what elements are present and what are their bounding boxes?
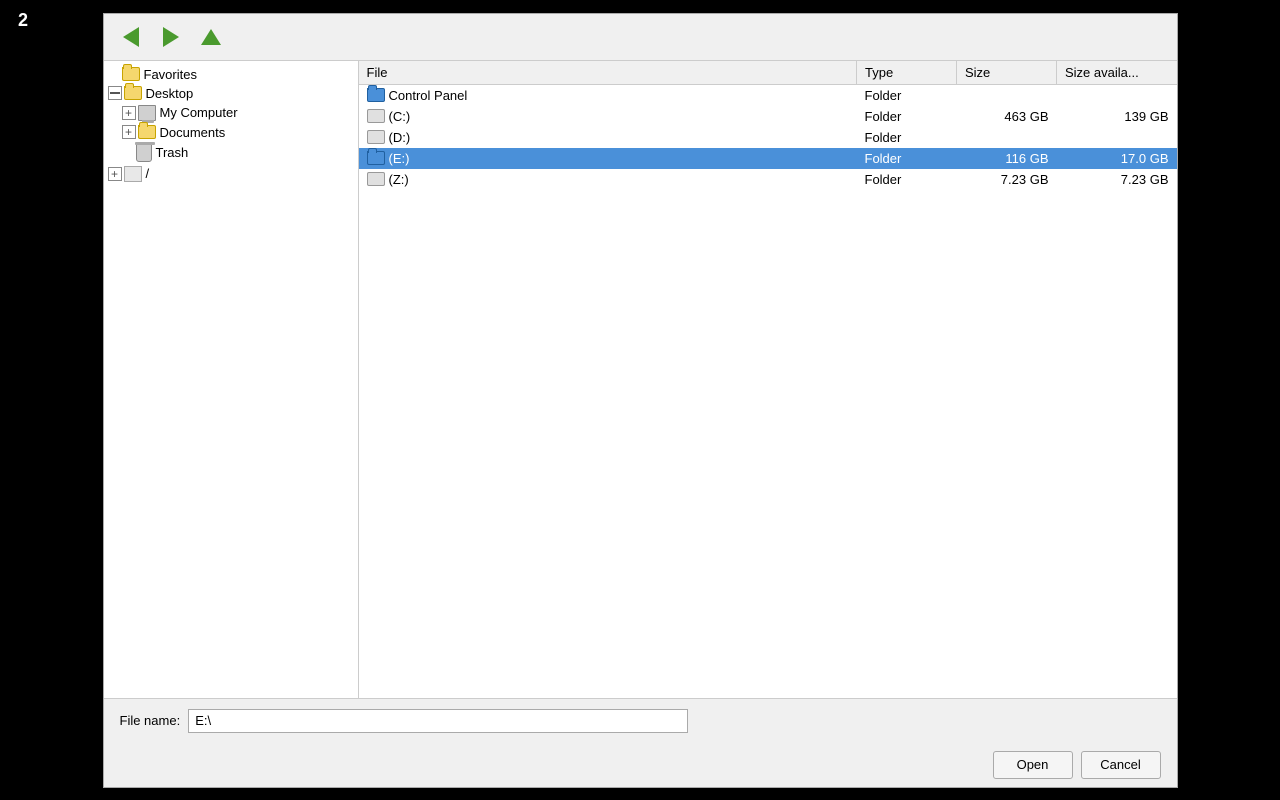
back-icon bbox=[123, 27, 139, 47]
file-type-cell: Folder bbox=[857, 84, 957, 106]
file-size-cell bbox=[957, 127, 1057, 148]
table-row[interactable]: (D:) Folder bbox=[359, 127, 1177, 148]
sidebar-item-desktop-label: Desktop bbox=[146, 86, 194, 101]
documents-expand-icon[interactable]: + bbox=[122, 125, 136, 139]
sidebar-item-root-label: / bbox=[146, 166, 150, 181]
documents-folder-icon bbox=[138, 125, 156, 139]
sidebar-item-favorites[interactable]: Favorites bbox=[104, 65, 358, 84]
file-name-text: (E:) bbox=[389, 151, 410, 166]
file-table: File Type Size Size availa... Control Pa… bbox=[359, 61, 1177, 190]
file-name-text: Control Panel bbox=[389, 88, 468, 103]
computer-icon bbox=[138, 105, 156, 121]
plus-icon: + bbox=[125, 107, 132, 119]
bottom-bar: File name: bbox=[104, 698, 1177, 743]
sidebar-item-documents[interactable]: + Documents bbox=[118, 123, 358, 142]
sidebar-item-desktop[interactable]: Desktop bbox=[104, 84, 358, 103]
main-content: Favorites Desktop + My Computer + Docume… bbox=[104, 61, 1177, 698]
file-type-cell: Folder bbox=[857, 106, 957, 127]
cancel-button[interactable]: Cancel bbox=[1081, 751, 1161, 779]
sidebar-item-my-computer-label: My Computer bbox=[160, 105, 238, 120]
folder-icon bbox=[122, 67, 140, 81]
sidebar-item-trash-label: Trash bbox=[156, 145, 189, 160]
file-type-cell: Folder bbox=[857, 169, 957, 190]
file-avail-cell: 7.23 GB bbox=[1057, 169, 1177, 190]
file-type-cell: Folder bbox=[857, 127, 957, 148]
file-avail-cell bbox=[1057, 127, 1177, 148]
file-icon bbox=[367, 151, 385, 165]
file-avail-cell: 139 GB bbox=[1057, 106, 1177, 127]
filename-input[interactable] bbox=[188, 709, 688, 733]
sidebar-item-favorites-label: Favorites bbox=[144, 67, 197, 82]
up-icon bbox=[201, 29, 221, 45]
filename-label: File name: bbox=[120, 713, 181, 728]
file-dialog: Favorites Desktop + My Computer + Docume… bbox=[103, 13, 1178, 788]
forward-button[interactable] bbox=[154, 20, 188, 54]
desktop-collapse-icon[interactable] bbox=[108, 86, 122, 100]
my-computer-expand-icon[interactable]: + bbox=[122, 106, 136, 120]
file-name-cell: Control Panel bbox=[359, 84, 857, 106]
up-button[interactable] bbox=[194, 20, 228, 54]
col-header-avail[interactable]: Size availa... bbox=[1057, 61, 1177, 85]
plus-icon-docs: + bbox=[125, 126, 132, 138]
file-name-cell: (E:) bbox=[359, 148, 857, 169]
file-size-cell bbox=[957, 84, 1057, 106]
file-name-text: (Z:) bbox=[389, 172, 409, 187]
file-name-text: (D:) bbox=[389, 130, 411, 145]
file-name-cell: (D:) bbox=[359, 127, 857, 148]
forward-icon bbox=[163, 27, 179, 47]
table-row[interactable]: (C:) Folder463 GB139 GB bbox=[359, 106, 1177, 127]
file-avail-cell: 17.0 GB bbox=[1057, 148, 1177, 169]
file-panel: File Type Size Size availa... Control Pa… bbox=[359, 61, 1177, 698]
desktop-folder-icon bbox=[124, 86, 142, 100]
file-name-text: (C:) bbox=[389, 109, 411, 124]
minus-icon bbox=[110, 92, 120, 94]
trash-icon bbox=[136, 144, 152, 162]
sidebar-item-my-computer[interactable]: + My Computer bbox=[118, 103, 358, 123]
sidebar-item-trash[interactable]: Trash bbox=[118, 142, 358, 164]
root-expand-icon[interactable]: + bbox=[108, 167, 122, 181]
file-name-cell: (C:) bbox=[359, 106, 857, 127]
file-icon bbox=[367, 109, 385, 123]
sidebar: Favorites Desktop + My Computer + Docume… bbox=[104, 61, 359, 698]
file-avail-cell bbox=[1057, 84, 1177, 106]
file-icon bbox=[367, 88, 385, 102]
file-type-cell: Folder bbox=[857, 148, 957, 169]
sidebar-item-documents-label: Documents bbox=[160, 125, 226, 140]
page-number: 2 bbox=[18, 10, 28, 31]
back-button[interactable] bbox=[114, 20, 148, 54]
file-name-cell: (Z:) bbox=[359, 169, 857, 190]
table-row[interactable]: Control Panel Folder bbox=[359, 84, 1177, 106]
table-row[interactable]: (E:) Folder116 GB17.0 GB bbox=[359, 148, 1177, 169]
col-header-size[interactable]: Size bbox=[957, 61, 1057, 85]
toolbar bbox=[104, 14, 1177, 61]
buttons-bar: Open Cancel bbox=[104, 743, 1177, 787]
file-size-cell: 463 GB bbox=[957, 106, 1057, 127]
sidebar-item-root[interactable]: + / bbox=[104, 164, 358, 184]
open-button[interactable]: Open bbox=[993, 751, 1073, 779]
root-icon bbox=[124, 166, 142, 182]
file-size-cell: 116 GB bbox=[957, 148, 1057, 169]
file-icon bbox=[367, 130, 385, 144]
table-row[interactable]: (Z:)Folder7.23 GB7.23 GB bbox=[359, 169, 1177, 190]
file-size-cell: 7.23 GB bbox=[957, 169, 1057, 190]
plus-icon-root: + bbox=[111, 168, 118, 180]
file-icon bbox=[367, 172, 385, 186]
col-header-type[interactable]: Type bbox=[857, 61, 957, 85]
col-header-file[interactable]: File bbox=[359, 61, 857, 85]
